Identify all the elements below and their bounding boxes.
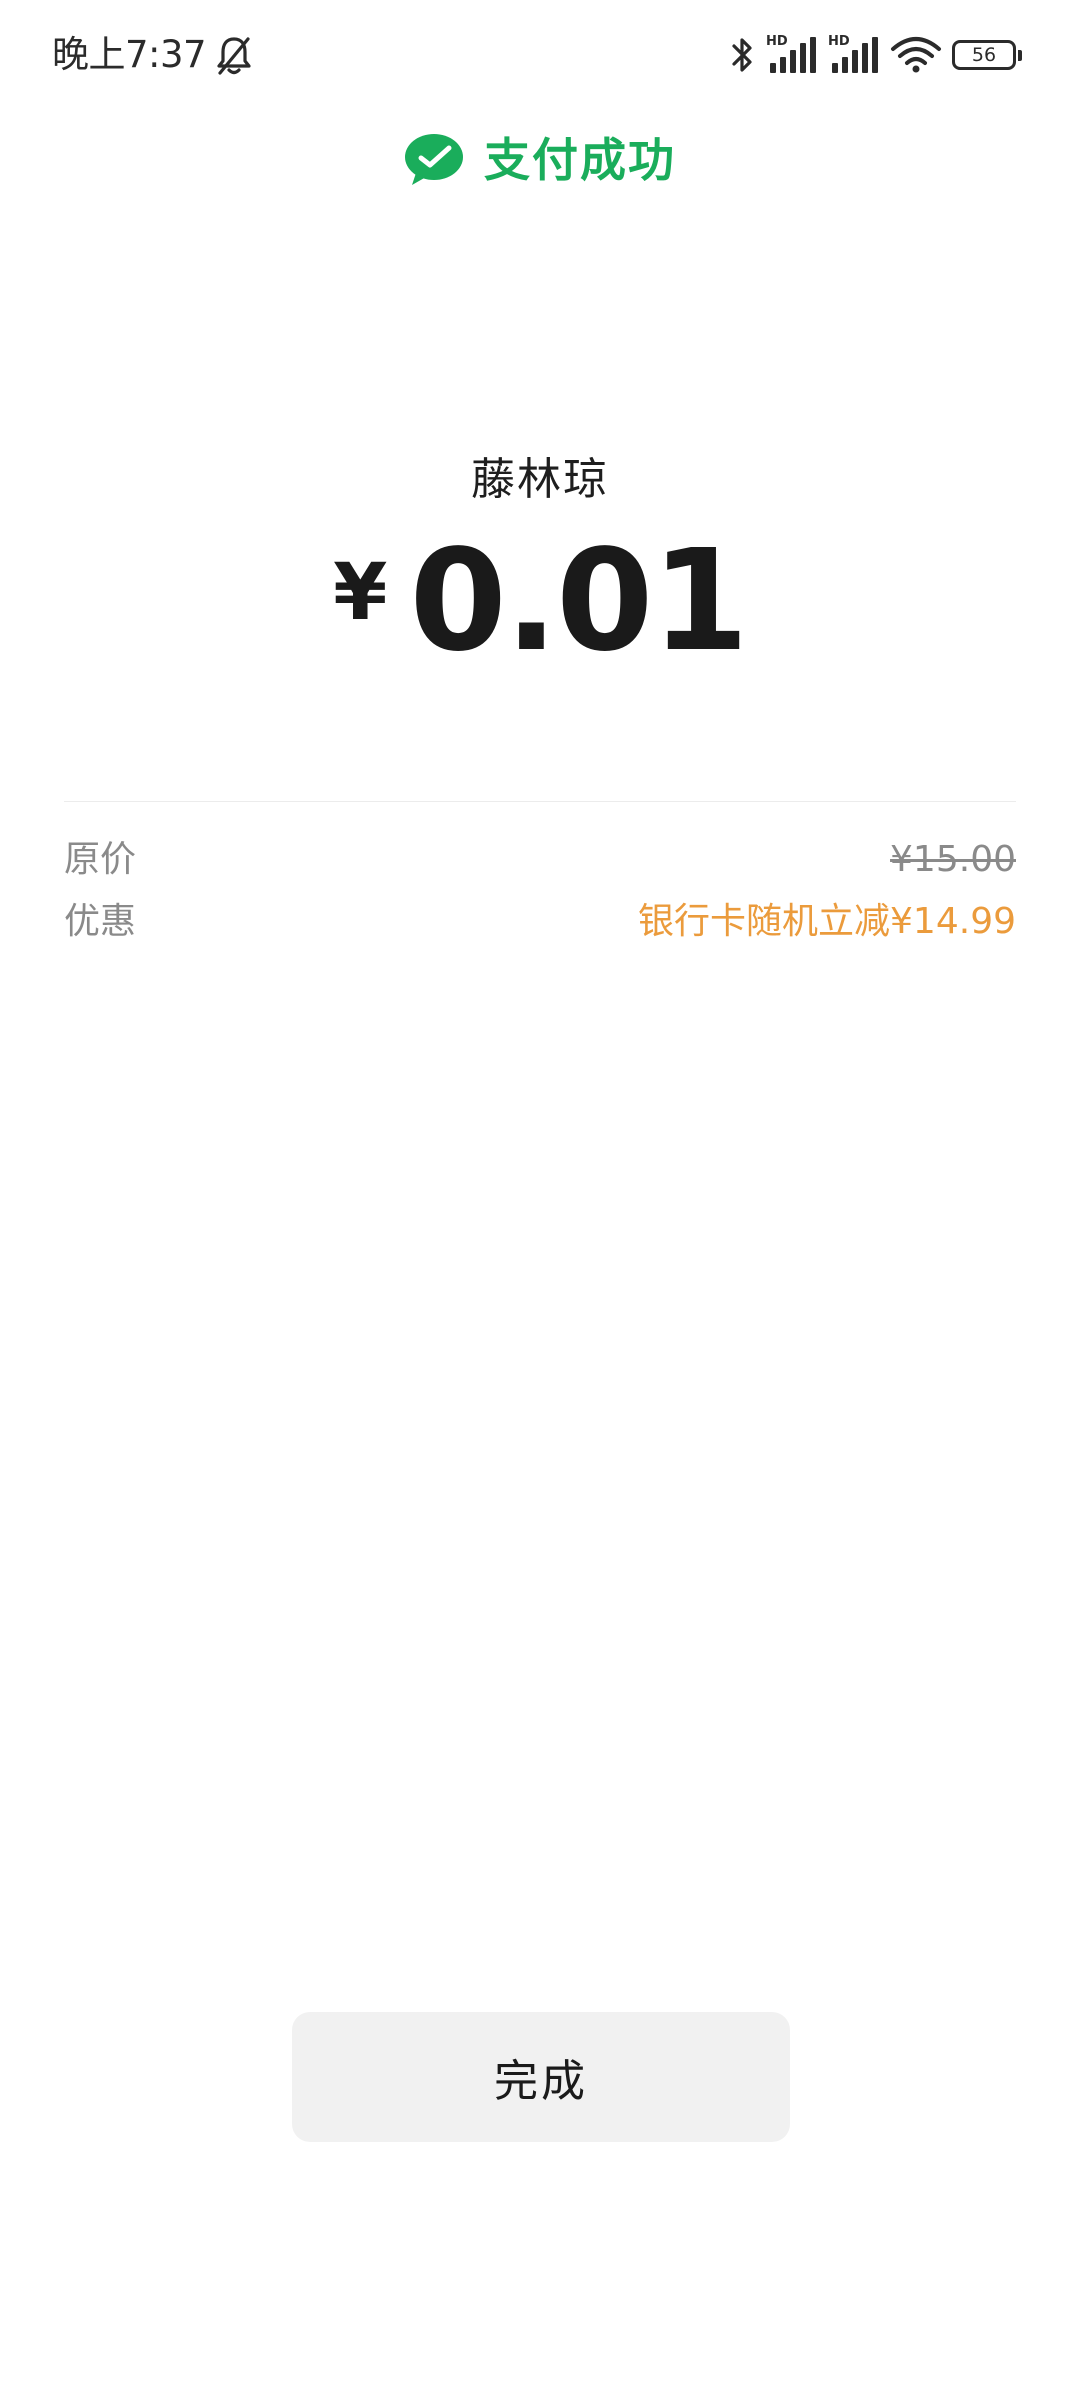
payee-name: 藤林琼 xyxy=(471,454,609,505)
original-price-value: ¥15.00 xyxy=(890,839,1016,880)
currency-symbol: ¥ xyxy=(333,548,388,638)
divider xyxy=(64,801,1016,802)
battery-icon: 56 xyxy=(952,40,1022,70)
bell-muted-icon xyxy=(217,37,251,75)
original-price-label: 原价 xyxy=(64,839,137,880)
original-price-row: 原价 ¥15.00 xyxy=(64,834,1016,886)
done-button[interactable]: 完成 xyxy=(292,2012,790,2142)
wechat-pay-icon xyxy=(405,134,463,185)
discount-value: 银行卡随机立减¥14.99 xyxy=(638,901,1016,942)
status-bar-right: HD HD 56 xyxy=(720,30,1022,80)
discount-row: 优惠 银行卡随机立减¥14.99 xyxy=(64,896,1016,948)
bluetooth-icon xyxy=(732,38,752,72)
payment-success-header: 支付成功 xyxy=(0,128,1080,192)
payment-success-title: 支付成功 xyxy=(484,133,676,187)
signal-strength-1: HD xyxy=(766,33,818,77)
payment-amount: ¥ 0.01 xyxy=(0,532,1080,672)
amount-value: 0.01 xyxy=(409,520,748,683)
status-bar-left: 晚上7:37 xyxy=(52,30,254,80)
status-time: 晚上7:37 xyxy=(52,33,207,76)
status-bar: 晚上7:37 HD HD 56 xyxy=(0,0,1080,110)
signal-icon xyxy=(832,37,878,73)
wifi-icon xyxy=(891,37,941,73)
discount-label: 优惠 xyxy=(64,901,137,942)
signal-strength-2: HD xyxy=(828,33,880,77)
signal-icon xyxy=(770,37,816,73)
battery-level: 56 xyxy=(971,43,997,66)
